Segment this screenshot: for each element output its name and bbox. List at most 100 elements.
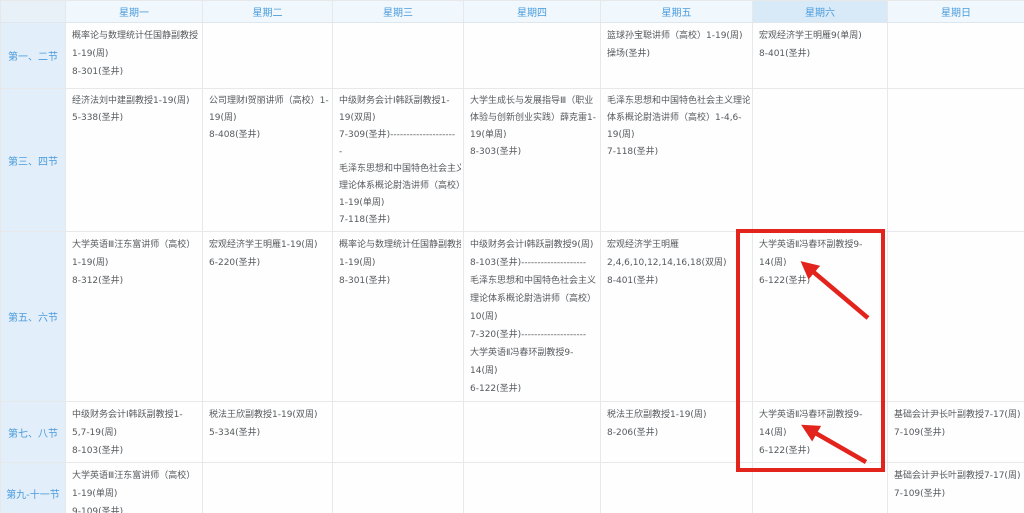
schedule-cell: 毛泽东思想和中国特色社会主义理论体系概论尉浩讲师（高校）1-4,6-19(周)7… — [601, 89, 753, 232]
empty-cell — [464, 463, 601, 513]
course-line: 宏观经济学王明雁 — [607, 236, 750, 254]
course-line: 大学英语Ⅲ汪东富讲师（高校） — [72, 467, 200, 485]
course-line: 1-19(周) — [72, 45, 200, 63]
course-line: 6-122(圣井) — [759, 442, 885, 460]
course-line: 毛泽东思想和中国特色社会主义 — [339, 161, 461, 178]
course-line: 公司理财Ⅰ贺丽讲师（高校）1- — [209, 93, 330, 110]
timetable-page: 星期一星期二星期三星期四星期五星期六星期日 第一、二节概率论与数理统计任国静副教… — [0, 0, 1024, 513]
period-row: 第五、六节大学英语Ⅲ汪东富讲师（高校）1-19(周)8-312(圣井)宏观经济学… — [1, 232, 1024, 402]
course-line: 操场(圣井) — [607, 45, 750, 63]
course-line: 中级财务会计Ⅰ韩跃副教授1- — [339, 93, 461, 110]
course-line: 1-19(单周) — [72, 485, 200, 503]
schedule-cell: 税法王欣副教授1-19(双周)5-334(圣井) — [203, 402, 333, 463]
course-line: 6-220(圣井) — [209, 254, 330, 272]
course-line: 8-301(圣井) — [72, 63, 200, 81]
day-header-4[interactable]: 星期四 — [464, 1, 601, 23]
schedule-cell: 基础会计尹长叶副教授7-17(周)7-109(圣井) — [888, 463, 1024, 513]
schedule-cell: 概率论与数理统计任国静副教授1-19(周)8-301(圣井) — [66, 23, 203, 89]
course-line: 基础会计尹长叶副教授7-17(周) — [894, 467, 1022, 485]
schedule-cell: 公司理财Ⅰ贺丽讲师（高校）1-19(周)8-408(圣井) — [203, 89, 333, 232]
course-line: 6-122(圣井) — [759, 272, 885, 290]
corner-cell — [1, 1, 66, 23]
schedule-cell: 中级财务会计Ⅰ韩跃副教授9(周)8-103(圣井)---------------… — [464, 232, 601, 402]
period-row: 第一、二节概率论与数理统计任国静副教授1-19(周)8-301(圣井) 篮球孙宝聪… — [1, 23, 1024, 89]
empty-cell — [203, 463, 333, 513]
course-line: 8-103(圣井) — [72, 442, 200, 460]
course-line: - — [339, 144, 461, 161]
course-line: 8-312(圣井) — [72, 272, 200, 290]
course-line: 9-109(圣井) — [72, 503, 200, 513]
course-line: 经济法刘中建副教授1-19(周) — [72, 93, 200, 110]
course-line: 14(周) — [759, 254, 885, 272]
day-header-1[interactable]: 星期一 — [66, 1, 203, 23]
course-line: 大学生成长与发展指导Ⅲ（职业 — [470, 93, 598, 110]
course-line: 1-19(周) — [339, 254, 461, 272]
schedule-cell: 篮球孙宝聪讲师（高校）1-19(周)操场(圣井) — [601, 23, 753, 89]
schedule-cell: 概率论与数理统计任国静副教授1-19(周)8-301(圣井) — [333, 232, 464, 402]
course-line: 8-408(圣井) — [209, 127, 330, 144]
course-line: 14(周) — [470, 362, 598, 380]
empty-cell — [333, 23, 464, 89]
empty-cell — [888, 23, 1024, 89]
course-line: 8-303(圣井) — [470, 144, 598, 161]
schedule-cell: 大学英语Ⅲ汪东富讲师（高校）1-19(周)8-312(圣井) — [66, 232, 203, 402]
period-label: 第三、四节 — [1, 89, 66, 232]
schedule-cell: 基础会计尹长叶副教授7-17(周)7-109(圣井) — [888, 402, 1024, 463]
day-header-7[interactable]: 星期日 — [888, 1, 1024, 23]
schedule-cell: 中级财务会计Ⅰ韩跃副教授1-5,7-19(周)8-103(圣井) — [66, 402, 203, 463]
course-line: 8-301(圣井) — [339, 272, 461, 290]
course-line: 7-109(圣井) — [894, 485, 1022, 503]
course-line: 中级财务会计Ⅰ韩跃副教授1- — [72, 406, 200, 424]
course-line: 19(双周) — [339, 110, 461, 127]
course-line: 8-401(圣井) — [607, 272, 750, 290]
period-row: 第九-十一节大学英语Ⅲ汪东富讲师（高校）1-19(单周)9-109(圣井) 基础会… — [1, 463, 1024, 513]
schedule-cell: 宏观经济学王明雁9(单周)8-401(圣井) — [753, 23, 888, 89]
course-line: 概率论与数理统计任国静副教授 — [72, 27, 200, 45]
course-line: 5,7-19(周) — [72, 424, 200, 442]
course-line: 7-118(圣井) — [607, 144, 750, 161]
empty-cell — [333, 402, 464, 463]
period-label: 第九-十一节 — [1, 463, 66, 513]
course-line: 5-338(圣井) — [72, 110, 200, 127]
day-header-2[interactable]: 星期二 — [203, 1, 333, 23]
period-row: 第三、四节经济法刘中建副教授1-19(周)5-338(圣井)公司理财Ⅰ贺丽讲师（… — [1, 89, 1024, 232]
schedule-cell: 大学生成长与发展指导Ⅲ（职业体验与创新创业实践）薛克雷1-19(单周)8-303… — [464, 89, 601, 232]
empty-cell — [753, 463, 888, 513]
period-row: 第七、八节中级财务会计Ⅰ韩跃副教授1-5,7-19(周)8-103(圣井)税法王… — [1, 402, 1024, 463]
schedule-cell: 大学英语Ⅱ冯春环副教授9-14(周)6-122(圣井) — [753, 402, 888, 463]
course-line: 1-19(周) — [72, 254, 200, 272]
day-header-3[interactable]: 星期三 — [333, 1, 464, 23]
day-header-5[interactable]: 星期五 — [601, 1, 753, 23]
empty-cell — [464, 402, 601, 463]
empty-cell — [888, 89, 1024, 232]
schedule-cell: 中级财务会计Ⅰ韩跃副教授1-19(双周)7-309(圣井)-----------… — [333, 89, 464, 232]
course-line: 中级财务会计Ⅰ韩跃副教授9(周) — [470, 236, 598, 254]
course-line: 概率论与数理统计任国静副教授 — [339, 236, 461, 254]
course-line: 体验与创新创业实践）薛克雷1- — [470, 110, 598, 127]
course-line: 大学英语Ⅱ冯春环副教授9- — [759, 236, 885, 254]
course-line: 税法王欣副教授1-19(双周) — [209, 406, 330, 424]
course-line: 篮球孙宝聪讲师（高校）1-19(周) — [607, 27, 750, 45]
course-line: 8-401(圣井) — [759, 45, 885, 63]
course-line: 8-206(圣井) — [607, 424, 750, 442]
course-line: 14(周) — [759, 424, 885, 442]
course-line: 7-109(圣井) — [894, 424, 1022, 442]
course-line: 7-320(圣井)-------------------- — [470, 326, 598, 344]
schedule-cell: 大学英语Ⅲ汪东富讲师（高校）1-19(单周)9-109(圣井) — [66, 463, 203, 513]
course-line: 2,4,6,10,12,14,16,18(双周) — [607, 254, 750, 272]
schedule-cell: 宏观经济学王明雁1-19(周)6-220(圣井) — [203, 232, 333, 402]
course-line: 毛泽东思想和中国特色社会主义理论 — [607, 93, 750, 110]
period-label: 第一、二节 — [1, 23, 66, 89]
schedule-cell: 宏观经济学王明雁2,4,6,10,12,14,16,18(双周)8-401(圣井… — [601, 232, 753, 402]
period-label: 第五、六节 — [1, 232, 66, 402]
day-header-6[interactable]: 星期六 — [753, 1, 888, 23]
course-line: 7-118(圣井) — [339, 212, 461, 229]
course-line: 19(周) — [607, 127, 750, 144]
schedule-cell: 大学英语Ⅱ冯春环副教授9-14(周)6-122(圣井) — [753, 232, 888, 402]
course-line: 8-103(圣井)-------------------- — [470, 254, 598, 272]
course-line: 宏观经济学王明雁1-19(周) — [209, 236, 330, 254]
empty-cell — [601, 463, 753, 513]
empty-cell — [333, 463, 464, 513]
course-line: 毛泽东思想和中国特色社会主义 — [470, 272, 598, 290]
empty-cell — [888, 232, 1024, 402]
